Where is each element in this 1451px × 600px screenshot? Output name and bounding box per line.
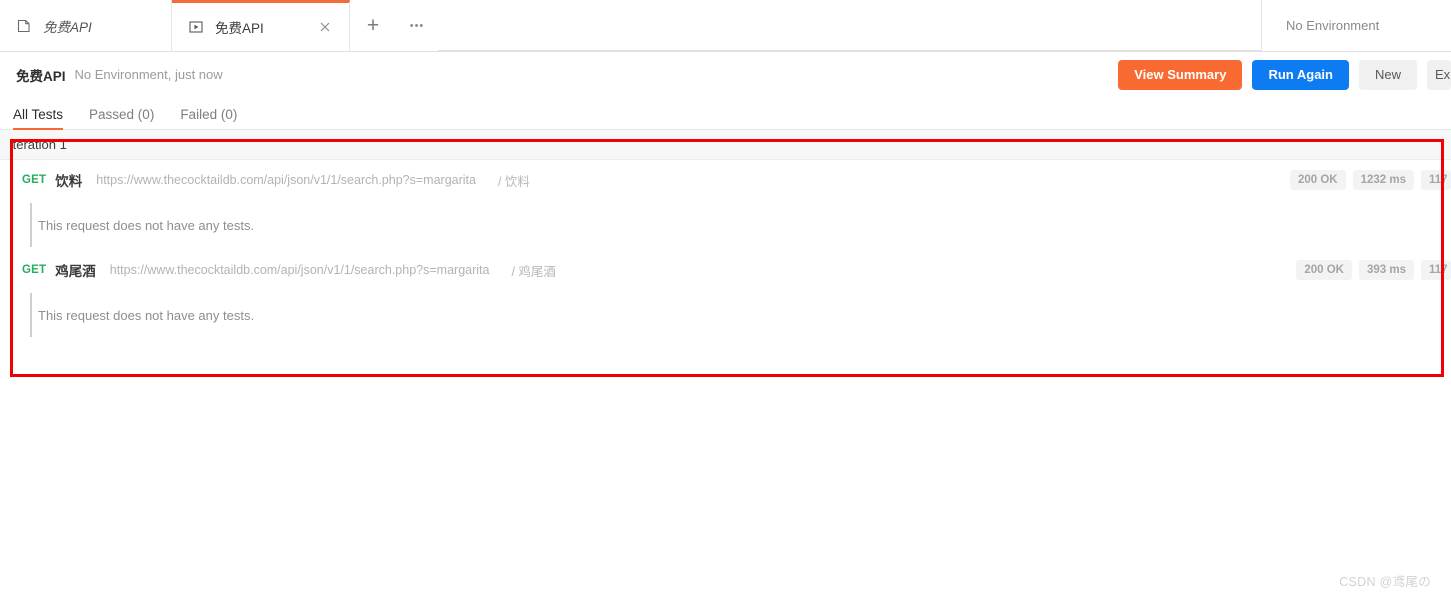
results-panel: Iteration 1 GET 饮料 https://www.thecockta… bbox=[0, 130, 1451, 340]
request-path: / 鸡尾酒 bbox=[511, 264, 556, 279]
tab-all-tests[interactable]: All Tests bbox=[13, 107, 64, 130]
test-message: This request does not have any tests. bbox=[38, 307, 255, 323]
response-size-badge: 117 bbox=[1421, 260, 1451, 280]
response-time-badge: 1232 ms bbox=[1352, 170, 1414, 190]
page-title: 免费API bbox=[16, 68, 66, 84]
request-url: https://www.thecocktaildb.com/api/json/v… bbox=[96, 173, 476, 187]
run-again-button[interactable]: Run Again bbox=[1252, 59, 1349, 90]
request-method: GET bbox=[22, 174, 47, 186]
collection-icon bbox=[16, 18, 32, 34]
tab-options-icon[interactable]: ••• bbox=[396, 0, 438, 51]
runner-icon bbox=[188, 19, 204, 35]
request-row[interactable]: GET 鸡尾酒 https://www.thecocktaildb.com/ap… bbox=[0, 250, 1451, 290]
run-header: 免费API No Environment, just now View Summ… bbox=[0, 52, 1451, 97]
response-time-badge: 393 ms bbox=[1358, 260, 1414, 280]
tab-failed[interactable]: Failed (0) bbox=[180, 107, 237, 129]
new-run-button[interactable]: New bbox=[1358, 59, 1417, 90]
request-name: 饮料 bbox=[55, 174, 83, 189]
environment-label: No Environment bbox=[1286, 18, 1380, 33]
request-row[interactable]: GET 饮料 https://www.thecocktaildb.com/api… bbox=[0, 160, 1451, 200]
tabbar-filler bbox=[438, 0, 1261, 51]
results-filter-tabs: All Tests Passed (0) Failed (0) bbox=[0, 97, 1451, 130]
iteration-label: Iteration 1 bbox=[9, 137, 67, 152]
status-badge: 200 OK bbox=[1296, 260, 1352, 280]
environment-selector[interactable]: No Environment bbox=[1261, 0, 1451, 51]
request-method: GET bbox=[22, 264, 47, 276]
tab-collection[interactable]: 免费API bbox=[0, 0, 172, 51]
request-block: GET 饮料 https://www.thecocktaildb.com/api… bbox=[0, 160, 1451, 250]
tab-runner[interactable]: 免费API bbox=[172, 0, 350, 51]
tab-label: 免费API bbox=[43, 19, 92, 35]
view-summary-button[interactable]: View Summary bbox=[1118, 59, 1243, 90]
tab-bar: 免费API 免费API + ••• No Environment bbox=[0, 0, 1451, 52]
test-result-row: This request does not have any tests. bbox=[0, 290, 1451, 340]
request-name: 鸡尾酒 bbox=[55, 264, 96, 279]
close-icon[interactable] bbox=[317, 19, 333, 35]
request-meta: 200 OK 1232 ms 117 bbox=[1289, 160, 1451, 200]
test-message: This request does not have any tests. bbox=[38, 217, 255, 233]
request-path: / 饮料 bbox=[497, 174, 530, 189]
watermark: CSDN @鸢尾の bbox=[1339, 575, 1431, 589]
test-result-row: This request does not have any tests. bbox=[0, 200, 1451, 250]
run-actions: View Summary Run Again New Ex bbox=[1118, 52, 1451, 97]
iteration-header: Iteration 1 bbox=[0, 130, 1451, 160]
request-block: GET 鸡尾酒 https://www.thecocktaildb.com/ap… bbox=[0, 250, 1451, 340]
new-tab-button[interactable]: + bbox=[350, 0, 396, 51]
response-size-badge: 117 bbox=[1421, 170, 1451, 190]
request-meta: 200 OK 393 ms 117 bbox=[1296, 250, 1451, 290]
run-subtitle: No Environment, just now bbox=[74, 67, 223, 82]
request-url: https://www.thecocktaildb.com/api/json/v… bbox=[109, 263, 490, 277]
tab-label: 免费API bbox=[215, 21, 264, 36]
export-results-button[interactable]: Ex bbox=[1427, 59, 1451, 90]
status-badge: 200 OK bbox=[1289, 170, 1346, 190]
tab-passed[interactable]: Passed (0) bbox=[89, 107, 154, 129]
